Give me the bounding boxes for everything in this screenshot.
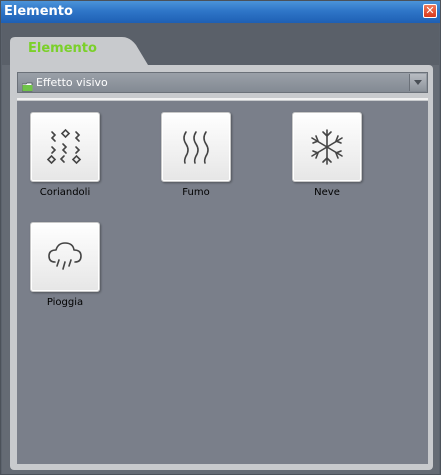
dropdown-selected-value: Effetto visivo [36,76,108,89]
effect-category-dropdown[interactable]: Effetto visivo [17,72,428,93]
effect-label: Neve [314,187,340,198]
tab-strip: Elemento [2,23,439,65]
window-panel: Elemento Effetto visivo Coriandoli Fumo … [2,23,439,474]
effect-label: Pioggia [46,297,84,308]
effect-item-neve[interactable]: Neve [281,99,373,209]
effect-item-fumo[interactable]: Fumo [150,99,242,209]
close-button[interactable]: ✕ [423,4,437,18]
chevron-down-icon [414,80,422,85]
effects-grid: Coriandoli Fumo Neve Pioggia [17,101,428,464]
tab-elemento[interactable]: Elemento [10,37,148,65]
effect-label: Fumo [182,187,210,198]
snowflake-icon [311,129,343,165]
close-icon: ✕ [425,4,435,17]
effect-item-pioggia[interactable]: Pioggia [19,209,111,319]
window-title: Elemento [4,4,73,19]
rain-cloud-icon [48,242,82,270]
tab-content: Effetto visivo Coriandoli Fumo Neve Piog… [10,65,433,470]
confetti-icon [46,128,82,165]
effect-tile[interactable] [30,222,100,292]
folder-icon [21,77,33,96]
effect-tile[interactable] [161,112,231,182]
effect-label: Coriandoli [39,187,91,198]
dropdown-arrow-button[interactable] [409,74,426,91]
effect-tile[interactable] [292,112,362,182]
tab-label: Elemento [28,41,97,56]
element-window: Elemento ✕ Elemento Effetto visivo Coria… [0,0,441,475]
title-bar[interactable]: Elemento ✕ [1,1,440,23]
effect-tile[interactable] [30,112,100,182]
effect-item-coriandoli[interactable]: Coriandoli [19,99,111,209]
smoke-icon [183,131,209,164]
